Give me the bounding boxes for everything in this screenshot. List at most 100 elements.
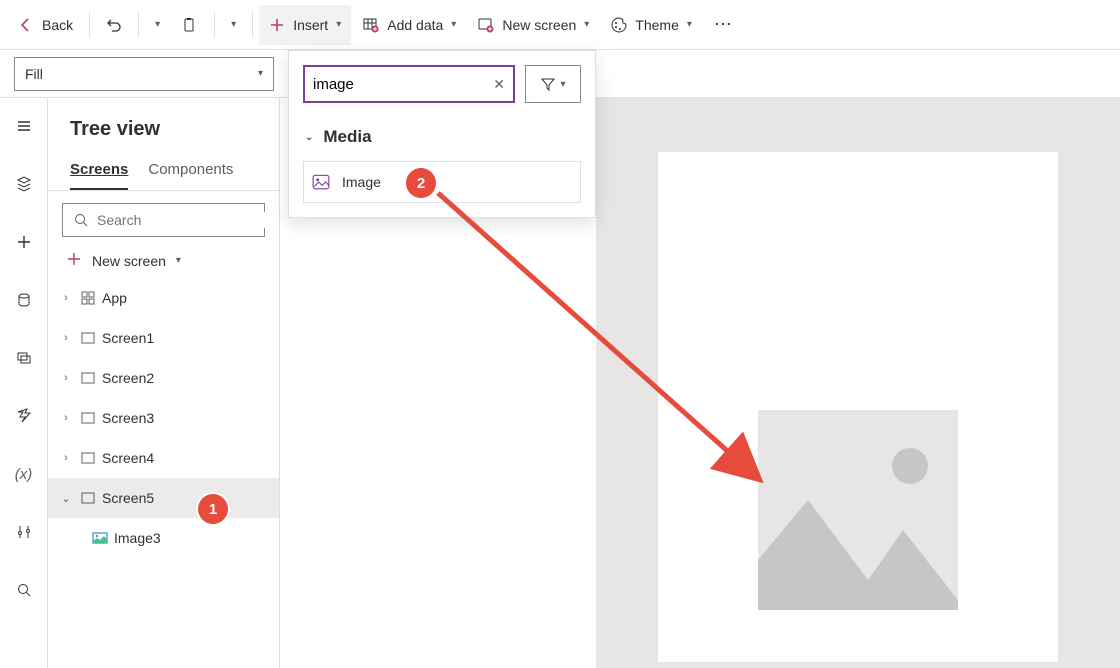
tree-view-icon[interactable]: [8, 168, 40, 200]
plus-icon: [66, 251, 82, 270]
chevron-down-icon: ▾: [155, 19, 160, 30]
grid-icon: [80, 290, 96, 306]
tree-node-image3[interactable]: Image3: [48, 518, 279, 558]
image-icon: [312, 173, 330, 191]
node-label: Screen4: [102, 450, 154, 466]
theme-label: Theme: [635, 17, 679, 33]
theme-button[interactable]: Theme ▾: [601, 5, 702, 45]
chevron-down-icon: ▾: [451, 19, 456, 30]
separator: [214, 12, 215, 38]
node-label: Image3: [114, 530, 161, 546]
undo-dropdown[interactable]: ▾: [145, 5, 170, 45]
plus-icon: [269, 17, 285, 33]
paste-dropdown[interactable]: ▾: [221, 5, 246, 45]
insert-search-box[interactable]: ✕: [303, 65, 515, 103]
insert-dropdown-panel: ✕ ▾ ⌄ Media Image: [288, 50, 596, 218]
image-icon: [92, 530, 108, 546]
node-label: Screen1: [102, 330, 154, 346]
left-rail: (x): [0, 98, 48, 668]
property-select[interactable]: Fill ▾: [14, 57, 274, 91]
node-label: Screen3: [102, 410, 154, 426]
undo-icon: [106, 17, 122, 33]
separator: [138, 12, 139, 38]
chevron-down-icon: ▾: [687, 19, 692, 30]
new-screen-label: New screen: [502, 17, 576, 33]
group-header-media[interactable]: ⌄ Media: [303, 121, 581, 153]
separator: [252, 12, 253, 38]
node-label: Screen2: [102, 370, 154, 386]
screen-icon: [80, 330, 96, 346]
search-input[interactable]: [97, 212, 278, 228]
chevron-down-icon: ▾: [584, 19, 589, 30]
undo-button[interactable]: [96, 5, 132, 45]
tree-node-screen4[interactable]: › Screen4: [48, 438, 279, 478]
chevron-down-icon: ▾: [231, 19, 236, 30]
tools-icon[interactable]: [8, 516, 40, 548]
separator: [89, 12, 90, 38]
insert-item-label: Image: [342, 174, 381, 190]
tree-node-screen5[interactable]: ⌄ Screen5: [48, 478, 279, 518]
chevron-right-icon: ›: [58, 332, 74, 344]
tree-node-app[interactable]: › App: [48, 278, 279, 318]
automate-icon[interactable]: [8, 400, 40, 432]
clipboard-icon: [182, 17, 198, 33]
new-screen-label: New screen: [92, 253, 166, 269]
top-toolbar: Back ▾ ▾ Insert ▾ Add data ▾ New screen …: [0, 0, 1120, 50]
chevron-down-icon: ▾: [258, 68, 263, 79]
annotation-badge-2: 2: [406, 168, 436, 198]
tree-node-screen3[interactable]: › Screen3: [48, 398, 279, 438]
node-label: Screen5: [102, 490, 154, 506]
canvas-area: [596, 98, 1120, 668]
insert-item-image[interactable]: Image: [303, 161, 581, 203]
hamburger-icon[interactable]: [8, 110, 40, 142]
tree-node-screen1[interactable]: › Screen1: [48, 318, 279, 358]
clear-icon[interactable]: ✕: [493, 76, 505, 93]
tab-screens[interactable]: Screens: [70, 153, 128, 190]
screen-preview[interactable]: [658, 152, 1058, 662]
chevron-down-icon: ⌄: [58, 492, 74, 505]
tree-tabs: Screens Components: [48, 153, 279, 191]
property-value: Fill: [25, 66, 43, 82]
variables-icon[interactable]: (x): [8, 458, 40, 490]
data-icon[interactable]: [8, 284, 40, 316]
tree-node-screen2[interactable]: › Screen2: [48, 358, 279, 398]
screen-plus-icon: [478, 17, 494, 33]
insert-button[interactable]: Insert ▾: [259, 5, 351, 45]
chevron-right-icon: ›: [58, 452, 74, 464]
chevron-right-icon: ›: [58, 292, 74, 304]
image-placeholder[interactable]: [758, 410, 958, 610]
tree-list: › App › Screen1 › Screen2 › Screen3 › Sc…: [48, 278, 279, 668]
more-button[interactable]: ⋯: [704, 14, 742, 35]
search-rail-icon[interactable]: [8, 574, 40, 606]
chevron-right-icon: ›: [58, 372, 74, 384]
chevron-down-icon: ▾: [560, 79, 565, 90]
screen-icon: [80, 370, 96, 386]
back-arrow-icon: [18, 17, 34, 33]
add-data-label: Add data: [387, 17, 443, 33]
back-label: Back: [42, 17, 73, 33]
chevron-down-icon: ⌄: [305, 132, 313, 143]
tree-title: Tree view: [48, 98, 279, 153]
tree-view-panel: Tree view Screens Components New screen …: [48, 98, 280, 668]
screen-icon: [80, 450, 96, 466]
back-button[interactable]: Back: [8, 5, 83, 45]
tab-components[interactable]: Components: [148, 153, 233, 190]
paste-button[interactable]: [172, 5, 208, 45]
insert-rail-icon[interactable]: [8, 226, 40, 258]
screen-icon: [80, 410, 96, 426]
filter-button[interactable]: ▾: [525, 65, 581, 103]
palette-icon: [611, 17, 627, 33]
filter-icon: [540, 76, 556, 92]
screen-icon: [80, 490, 96, 506]
insert-label: Insert: [293, 17, 328, 33]
media-icon[interactable]: [8, 342, 40, 374]
add-data-button[interactable]: Add data ▾: [353, 5, 466, 45]
insert-search-input[interactable]: [313, 76, 453, 93]
annotation-badge-1: 1: [198, 494, 228, 524]
new-screen-button[interactable]: New screen ▾: [468, 5, 599, 45]
tree-search[interactable]: [62, 203, 265, 237]
chevron-down-icon: ▾: [336, 19, 341, 30]
new-screen-row[interactable]: New screen ▾: [48, 243, 279, 278]
search-icon: [73, 212, 89, 228]
group-label: Media: [323, 127, 371, 147]
